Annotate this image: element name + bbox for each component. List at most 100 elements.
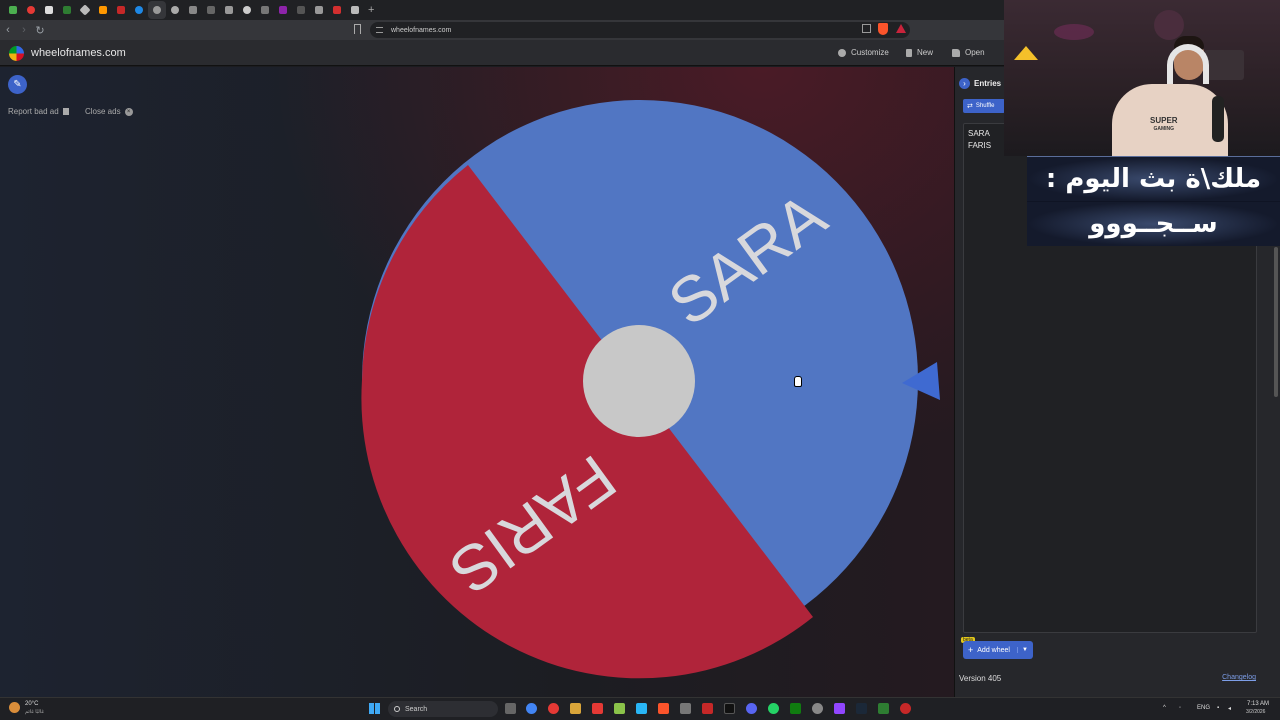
new-button[interactable]: New xyxy=(906,48,933,57)
xbox-icon[interactable] xyxy=(790,703,801,714)
search-placeholder: Search xyxy=(405,705,428,713)
tab[interactable] xyxy=(166,1,184,19)
tab[interactable] xyxy=(130,1,148,19)
weather-desc[interactable]: غالبًا غائم xyxy=(25,709,44,715)
edit-button[interactable]: ✎ xyxy=(8,75,27,94)
weather-icon[interactable] xyxy=(9,702,20,713)
clock-time[interactable]: 7:13 AM xyxy=(1247,701,1269,707)
report-ad-label: Report bad ad xyxy=(8,107,59,116)
version-label: Version 405 xyxy=(959,674,1002,683)
folder-icon xyxy=(952,48,960,57)
app-icon[interactable] xyxy=(878,703,889,714)
share-icon[interactable] xyxy=(862,24,871,33)
mail-icon[interactable] xyxy=(636,703,647,714)
tab[interactable] xyxy=(256,1,274,19)
taskbar-search[interactable]: Search xyxy=(388,701,498,717)
hand-cursor-icon xyxy=(794,376,802,387)
discord-icon[interactable] xyxy=(746,703,757,714)
wifi-icon[interactable]: ▪ xyxy=(1217,705,1219,711)
windows-start-icon[interactable] xyxy=(369,703,380,714)
close-ads-link[interactable]: Close ads × xyxy=(85,107,133,116)
palette-icon xyxy=(838,48,846,57)
tab[interactable] xyxy=(22,1,40,19)
microphone-icon xyxy=(1212,96,1224,142)
add-wheel-button[interactable]: + Add wheel ▼ xyxy=(963,641,1033,659)
url-text: wheelofnames.com xyxy=(391,26,452,34)
shuffle-label: Shuffle xyxy=(975,103,995,109)
entries-tab-label: Entries xyxy=(974,78,1002,88)
scrollbar[interactable] xyxy=(1274,247,1278,397)
wheel[interactable]: SARA FARIS xyxy=(340,87,940,687)
clock-date[interactable]: 3/2/2026 xyxy=(1246,709,1265,715)
customize-button[interactable]: Customize xyxy=(838,48,889,57)
search-icon xyxy=(394,706,400,712)
close-ads-label: Close ads xyxy=(85,107,121,116)
bookmark-icon[interactable] xyxy=(354,24,361,34)
new-tab-button[interactable]: + xyxy=(368,1,374,19)
open-button[interactable]: Open xyxy=(952,48,985,57)
tab[interactable] xyxy=(328,1,346,19)
wheel-logo-icon[interactable] xyxy=(9,46,24,61)
task-view-icon[interactable] xyxy=(505,703,516,714)
changelog-link[interactable]: Changelog xyxy=(1222,674,1256,681)
report-ad-link[interactable]: Report bad ad xyxy=(8,107,69,116)
twitch-icon[interactable] xyxy=(834,703,845,714)
customize-label: Customize xyxy=(851,48,889,57)
app-icon[interactable] xyxy=(900,703,911,714)
site-info-icon[interactable] xyxy=(376,27,383,33)
back-icon[interactable]: ‹ xyxy=(0,24,16,36)
tab[interactable] xyxy=(112,1,130,19)
tab[interactable] xyxy=(58,1,76,19)
settings-icon[interactable] xyxy=(812,703,823,714)
screen: + ‹ › ↻ wheelofnames.com wheelofnames.co… xyxy=(0,0,1280,720)
chevron-right-icon[interactable]: › xyxy=(959,77,970,89)
tab[interactable] xyxy=(220,1,238,19)
steam-icon[interactable] xyxy=(856,703,867,714)
notes-icon[interactable] xyxy=(614,703,625,714)
tab[interactable] xyxy=(346,1,364,19)
tab[interactable] xyxy=(202,1,220,19)
tab[interactable] xyxy=(94,1,112,19)
site-title[interactable]: wheelofnames.com xyxy=(31,47,126,59)
app-icon[interactable] xyxy=(702,703,713,714)
whatsapp-icon[interactable] xyxy=(768,703,779,714)
brave-shield-icon[interactable] xyxy=(878,23,888,35)
banner-line-1: ملك\ة بث اليوم : xyxy=(1027,157,1280,201)
tab[interactable] xyxy=(310,1,328,19)
tab[interactable] xyxy=(274,1,292,19)
shuffle-icon: ⇄ xyxy=(967,103,973,110)
tab[interactable] xyxy=(238,1,256,19)
network-icon[interactable]: ◦ xyxy=(1179,705,1181,711)
new-label: New xyxy=(917,48,934,57)
shuffle-button[interactable]: ⇄ Shuffle xyxy=(963,99,1005,113)
volume-icon[interactable]: ◂ xyxy=(1228,705,1231,712)
reload-icon[interactable]: ↻ xyxy=(32,24,48,37)
app-icon[interactable] xyxy=(680,703,691,714)
tab[interactable] xyxy=(292,1,310,19)
file-icon xyxy=(906,48,912,57)
chrome-icon[interactable] xyxy=(526,703,537,714)
tab-wheelofnames[interactable] xyxy=(148,1,166,19)
brave-icon[interactable] xyxy=(658,703,669,714)
tab[interactable] xyxy=(4,1,22,19)
tab[interactable] xyxy=(40,1,58,19)
youtube-icon[interactable] xyxy=(592,703,603,714)
poster xyxy=(1204,50,1244,80)
wheel-hub[interactable] xyxy=(583,325,695,437)
neon-glow xyxy=(1054,24,1094,40)
language-indicator[interactable]: ENG xyxy=(1197,705,1210,711)
address-bar[interactable]: wheelofnames.com xyxy=(370,22,910,38)
tab[interactable] xyxy=(184,1,202,19)
brave-rewards-icon[interactable] xyxy=(896,24,906,33)
terminal-icon[interactable] xyxy=(724,703,735,714)
flag-icon xyxy=(62,108,69,115)
media-icon[interactable] xyxy=(548,703,559,714)
file-explorer-icon[interactable] xyxy=(570,703,581,714)
weather-temp[interactable]: 20°C xyxy=(25,701,38,707)
open-label: Open xyxy=(965,48,985,57)
forward-icon[interactable]: › xyxy=(16,24,32,36)
tab[interactable] xyxy=(76,1,94,19)
stream-banner: ملك\ة بث اليوم : ســجــووو xyxy=(1027,156,1280,246)
chevron-down-icon[interactable]: ▼ xyxy=(1017,647,1028,653)
tray-overflow-icon[interactable]: ^ xyxy=(1163,705,1166,711)
